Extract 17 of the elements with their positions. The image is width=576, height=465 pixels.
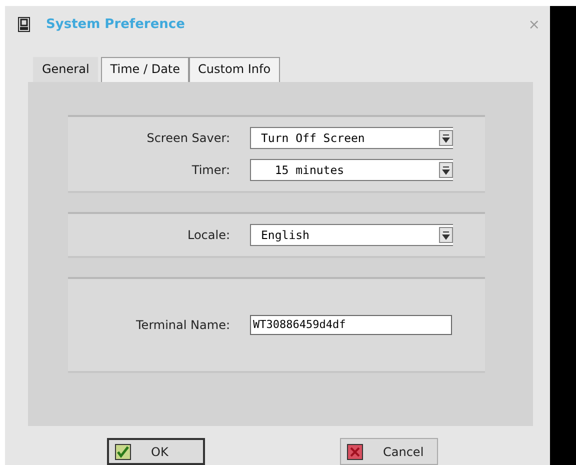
dropdown[interactable]: Turn Off Screen [250, 126, 453, 149]
field-label: Terminal Name: [135, 318, 230, 332]
dropdown[interactable]: 15 minutes [250, 158, 453, 181]
field-label: Screen Saver: [146, 130, 230, 145]
tab[interactable]: Custom Info [189, 57, 280, 82]
ok-button[interactable]: OK [107, 438, 205, 465]
tab[interactable]: Time / Date [101, 57, 190, 82]
checkmark-icon [115, 444, 131, 460]
text-field[interactable]: WT30886459d4df [250, 314, 452, 335]
window-title: System Preference [46, 17, 186, 32]
cross-icon [347, 444, 363, 460]
dropdown[interactable]: English [250, 224, 453, 246]
cancel-button[interactable]: Cancel [340, 438, 438, 465]
field-label: Timer: [190, 162, 230, 177]
app-icon [18, 17, 30, 32]
field-label: Locale: [186, 228, 230, 242]
tab[interactable]: General [33, 57, 98, 82]
